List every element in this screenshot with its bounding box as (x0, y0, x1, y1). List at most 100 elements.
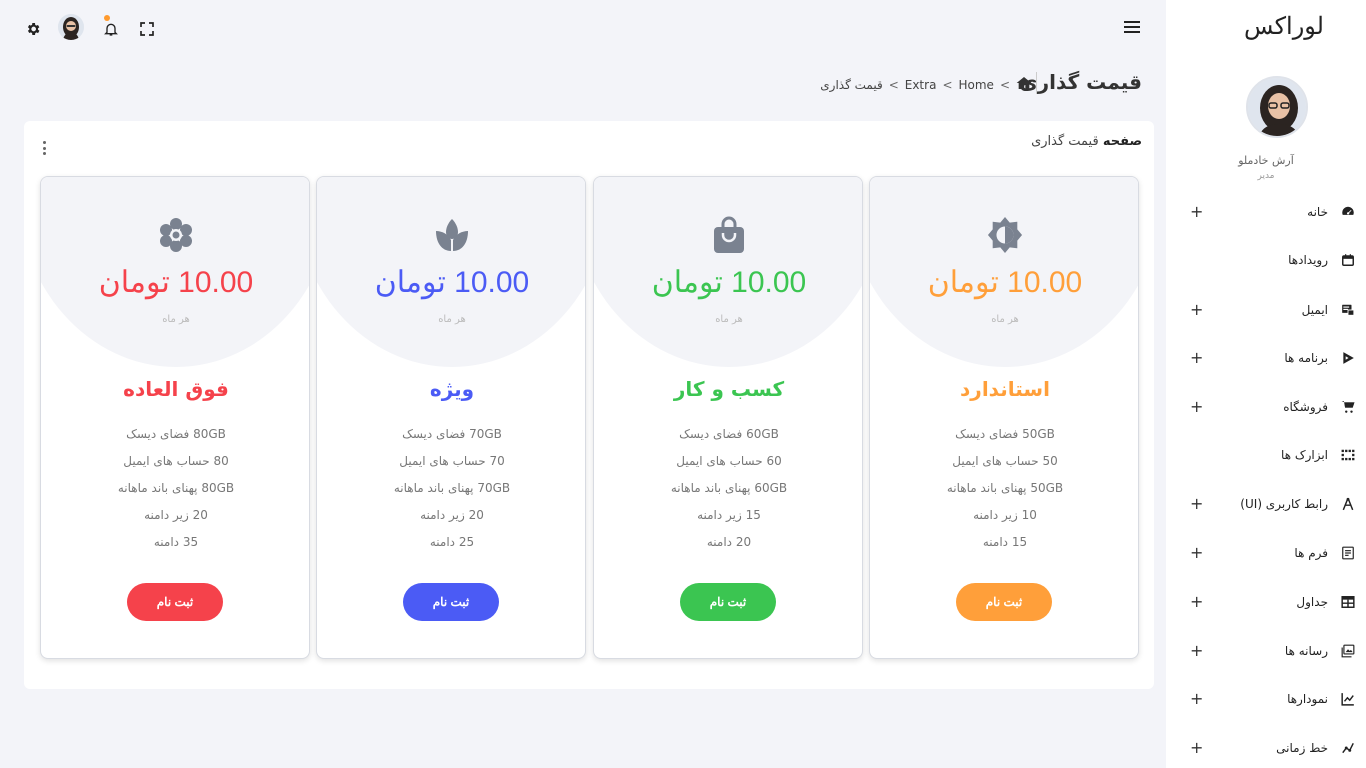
breadcrumb: > Home > Extra > قیمت گذاری (820, 76, 1032, 93)
feature-item: 15 زیر دامنه (697, 508, 761, 522)
sidebar-item-widgets[interactable]: ابزارک ها (1166, 441, 1366, 471)
feature-item: 50 حساب های ایمیل (952, 454, 1058, 468)
chart-icon (1340, 691, 1356, 707)
sidebar-item-apps[interactable]: برنامه ها + (1166, 344, 1366, 374)
sidebar-item-label: رویدادها (1288, 253, 1328, 267)
sidebar-item-timeline[interactable]: خط زمانی + (1166, 734, 1366, 764)
contrast-icon (987, 215, 1023, 255)
feature-item: 20 دامنه (706, 535, 752, 549)
breadcrumb-current: قیمت گذاری (820, 77, 883, 92)
plan-name: فوق العاده (123, 377, 229, 401)
notification-dot (104, 15, 110, 21)
sidebar-item-home[interactable]: خانه + (1166, 198, 1366, 228)
card-title: صفحه قیمت گذاری (1031, 134, 1142, 149)
card-title-bold: صفحه (1102, 134, 1142, 149)
feature-list: 60GB فضای دیسک 60 حساب های ایمیل 60GB په… (594, 427, 862, 562)
bell-icon[interactable] (101, 19, 121, 39)
dashboard-icon (1340, 204, 1356, 220)
timeline-icon (1340, 740, 1356, 756)
sidebar-item-forms[interactable]: فرم ها + (1166, 539, 1366, 569)
brand-logo-text[interactable]: لوراکس (1244, 12, 1324, 40)
sidebar-item-label: برنامه ها (1284, 351, 1328, 365)
breadcrumb-separator: > (999, 77, 1010, 92)
sidebar-item-charts[interactable]: نمودارها + (1166, 685, 1366, 715)
expand-plus-icon[interactable]: + (1190, 641, 1203, 660)
sidebar-item-media[interactable]: رسانه ها + (1166, 637, 1366, 667)
breadcrumb-home[interactable]: Home (959, 78, 994, 92)
plan-name: استاندارد (960, 377, 1050, 401)
expand-plus-icon[interactable]: + (1190, 348, 1203, 367)
expand-plus-icon[interactable]: + (1190, 592, 1203, 611)
expand-plus-icon[interactable]: + (1190, 689, 1203, 708)
plan-card-special: 10.00 تومان هر ماه ویژه 70GB فضای دیسک 7… (316, 176, 586, 659)
breadcrumb-separator: > (942, 77, 953, 92)
plan-period: هر ماه (162, 314, 190, 325)
feature-list: 70GB فضای دیسک 70 حساب های ایمیل 70GB په… (317, 427, 585, 562)
profile-name: آرش خادملو (1238, 154, 1294, 167)
media-icon (1340, 643, 1356, 659)
plan-period: هر ماه (991, 314, 1019, 325)
plan-card-super: 10.00 تومان هر ماه فوق العاده 80GB فضای … (40, 176, 310, 659)
feature-item: 80GB فضای دیسک (126, 427, 226, 441)
feature-item: 25 دامنه (429, 535, 475, 549)
more-options-icon[interactable] (42, 141, 46, 155)
apps-icon (1340, 350, 1356, 366)
signup-button[interactable]: ثبت نام (127, 583, 223, 621)
feature-item: 50GB فضای دیسک (955, 427, 1055, 441)
feature-item: 15 دامنه (982, 535, 1028, 549)
breadcrumb-separator: > (888, 77, 899, 92)
sidebar-item-label: خانه (1307, 205, 1328, 219)
signup-button[interactable]: ثبت نام (403, 583, 499, 621)
signup-button[interactable]: ثبت نام (956, 583, 1052, 621)
expand-plus-icon[interactable]: + (1190, 300, 1203, 319)
profile-avatar[interactable] (1246, 76, 1308, 138)
plan-price: 10.00 تومان (98, 266, 254, 299)
cart-icon (1340, 399, 1356, 415)
sidebar-item-ui[interactable]: رابط کاربری (UI) + (1166, 490, 1366, 520)
fullscreen-icon[interactable] (137, 19, 157, 39)
plan-period: هر ماه (715, 314, 743, 325)
sidebar-item-label: رابط کاربری (UI) (1240, 497, 1328, 511)
plan-card-business: 10.00 تومان هر ماه کسب و کار 60GB فضای د… (593, 176, 863, 659)
home-icon[interactable] (1016, 76, 1032, 93)
feature-item: 70GB فضای دیسک (402, 427, 502, 441)
plan-name: کسب و کار (673, 377, 785, 401)
breadcrumb-extra[interactable]: Extra (905, 78, 937, 92)
table-icon (1340, 594, 1356, 610)
settings-gear-icon[interactable] (23, 19, 43, 39)
sidebar-item-shop[interactable]: فروشگاه + (1166, 393, 1366, 423)
sidebar-item-events[interactable]: رویدادها (1166, 246, 1366, 276)
expand-plus-icon[interactable]: + (1190, 738, 1203, 757)
feature-list: 50GB فضای دیسک 50 حساب های ایمیل 50GB په… (870, 427, 1138, 562)
sidebar-item-tables[interactable]: جداول + (1166, 588, 1366, 618)
feature-item: 10 زیر دامنه (973, 508, 1037, 522)
plan-card-standard: 10.00 تومان هر ماه استاندارد 50GB فضای د… (869, 176, 1139, 659)
sidebar-item-label: رسانه ها (1284, 644, 1328, 658)
calendar-icon (1340, 252, 1356, 268)
feature-item: 20 زیر دامنه (420, 508, 484, 522)
spa-icon (434, 215, 470, 255)
sidebar-item-label: فروشگاه (1283, 400, 1328, 414)
sidebar: لوراکس آرش خادملو مدیر خانه + رویدادها ا… (1166, 0, 1366, 768)
feature-item: 60GB فضای دیسک (679, 427, 779, 441)
feature-item: 80GB پهنای باند ماهانه (117, 481, 235, 495)
plan-price: 10.00 تومان (927, 266, 1083, 299)
plan-period: هر ماه (438, 314, 466, 325)
card-title-rest: قیمت گذاری (1031, 134, 1103, 149)
user-avatar[interactable] (58, 14, 84, 40)
feature-item: 80 حساب های ایمیل (123, 454, 229, 468)
signup-button[interactable]: ثبت نام (680, 583, 776, 621)
shopping-bag-icon (711, 215, 747, 255)
expand-plus-icon[interactable]: + (1190, 543, 1203, 562)
sidebar-item-label: فرم ها (1294, 546, 1328, 560)
form-icon (1340, 545, 1356, 561)
expand-plus-icon[interactable]: + (1190, 202, 1203, 221)
plan-price: 10.00 تومان (651, 266, 807, 299)
page-title: قیمت گذاری (1019, 70, 1142, 94)
feature-item: 50GB پهنای باند ماهانه (946, 481, 1064, 495)
sidebar-item-email[interactable]: ایمیل + (1166, 296, 1366, 326)
feature-item: 70 حساب های ایمیل (399, 454, 505, 468)
expand-plus-icon[interactable]: + (1190, 494, 1203, 513)
expand-plus-icon[interactable]: + (1190, 397, 1203, 416)
hamburger-menu-icon[interactable] (1123, 17, 1143, 37)
